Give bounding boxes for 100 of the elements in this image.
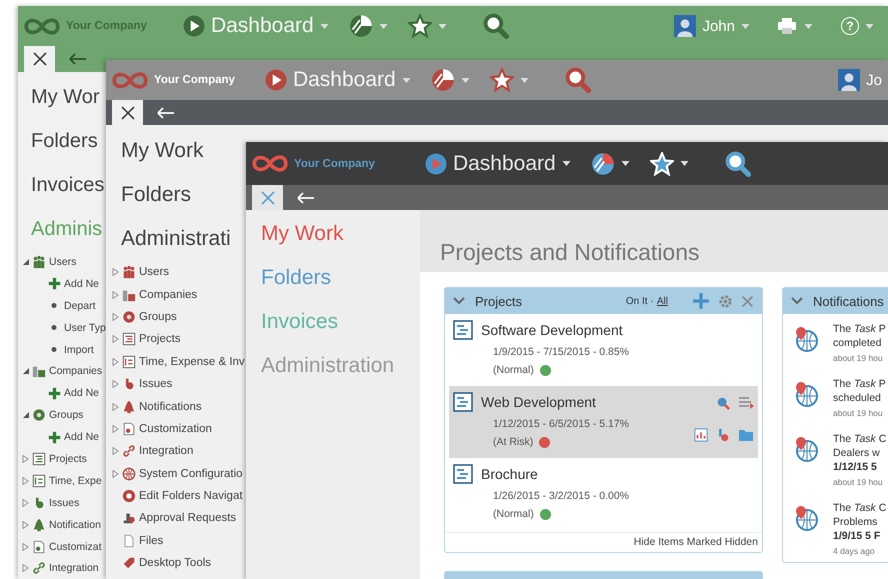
all-link[interactable]: All	[656, 296, 668, 306]
star-icon[interactable]	[490, 68, 514, 92]
printer-icon[interactable]	[776, 16, 798, 36]
tree-item[interactable]: Projects	[139, 333, 181, 346]
collapsed-arrow-icon[interactable]	[112, 312, 119, 321]
tree-item[interactable]: Companies	[139, 288, 198, 301]
pie-chart-icon[interactable]	[430, 68, 455, 92]
tree-item[interactable]: Integration	[139, 445, 194, 458]
avatar-icon[interactable]	[838, 69, 860, 91]
tree-item[interactable]: Companies	[49, 365, 102, 378]
back-arrow-icon[interactable]	[67, 51, 87, 67]
tree-item[interactable]: Groups	[49, 409, 84, 422]
search-icon[interactable]	[724, 150, 751, 176]
list-arrow-icon[interactable]	[738, 396, 754, 410]
close-icon[interactable]	[741, 294, 754, 308]
close-tab[interactable]	[112, 100, 143, 125]
collapsed-arrow-icon[interactable]	[22, 498, 29, 507]
play-icon[interactable]	[424, 152, 447, 174]
tree-item[interactable]: Approval Requests	[139, 512, 236, 524]
logo-icon[interactable]	[112, 70, 148, 90]
expanded-arrow-icon[interactable]	[22, 367, 29, 376]
project-row[interactable]: Web Development 1/12/2015 - 6/5/2015 - 5.17% (At Risk)	[449, 386, 758, 458]
project-name[interactable]: Brochure	[481, 466, 538, 482]
tree-item[interactable]: Depart	[64, 300, 96, 312]
collapsed-arrow-icon[interactable]	[112, 402, 119, 411]
plus-icon[interactable]	[692, 292, 710, 310]
tree-item[interactable]: Notification	[49, 518, 101, 531]
project-row[interactable]: Brochure 1/26/2015 - 3/2/2015 - 0.00% (Normal)	[449, 458, 758, 530]
logo-icon[interactable]	[24, 16, 60, 36]
collapsed-arrow-icon[interactable]	[112, 335, 119, 344]
hide-hidden-link[interactable]: Hide Items Marked Hidden	[445, 532, 762, 552]
project-name[interactable]: Software Development	[481, 322, 623, 338]
chevron-icon[interactable]	[791, 297, 803, 305]
caret-icon[interactable]	[562, 161, 571, 166]
collapsed-arrow-icon[interactable]	[112, 358, 119, 366]
folder-icon[interactable]	[738, 428, 754, 442]
avatar-icon[interactable]	[674, 15, 696, 37]
company-name[interactable]: Your Company	[294, 158, 375, 170]
close-tab[interactable]	[24, 46, 55, 72]
building-icon	[122, 288, 136, 302]
back-arrow-icon[interactable]	[295, 190, 315, 206]
project-row[interactable]: Software Development 1/9/2015 - 7/15/2015 - 0.85% (Normal)	[449, 314, 758, 386]
nav-item[interactable]: Folders	[18, 119, 106, 163]
tree-item[interactable]: Integration	[49, 562, 99, 574]
back-arrow-icon[interactable]	[155, 104, 175, 120]
expanded-arrow-icon[interactable]	[22, 258, 29, 266]
collapsed-arrow-icon[interactable]	[112, 268, 119, 276]
chevron-icon[interactable]	[453, 297, 465, 305]
dashboard-menu[interactable]: Dashboard	[452, 152, 556, 176]
search-icon[interactable]	[482, 13, 509, 39]
tree-item[interactable]: Groups	[139, 310, 177, 323]
tree-item[interactable]: User Typ	[64, 322, 106, 334]
settings-icon[interactable]	[718, 294, 733, 308]
tree-item[interactable]: Issues	[139, 378, 172, 390]
collapsed-arrow-icon[interactable]	[22, 520, 29, 529]
collapsed-arrow-icon[interactable]	[22, 454, 29, 463]
expanded-arrow-icon[interactable]	[22, 411, 29, 420]
tree-item[interactable]: Customizat	[49, 540, 102, 553]
chart-icon[interactable]	[694, 428, 708, 442]
nav-item[interactable]: My Work	[106, 129, 246, 173]
tree-item[interactable]: Add Ne	[64, 431, 100, 444]
play-icon[interactable]	[264, 69, 287, 91]
tree-item[interactable]: Desktop Tools	[139, 557, 212, 570]
nav-item[interactable]: Invoices	[18, 163, 106, 207]
nav-item[interactable]: My Wor	[18, 75, 106, 119]
tree-item[interactable]: Issues	[49, 496, 80, 509]
tree-item[interactable]: Users	[139, 266, 170, 278]
pie-chart-icon[interactable]	[348, 14, 373, 38]
tree-item[interactable]: System Configuratio	[139, 468, 243, 480]
star-icon[interactable]	[408, 14, 432, 38]
tree-item[interactable]: Edit Folders Navigat	[139, 490, 243, 502]
logo-icon[interactable]	[252, 153, 288, 174]
collapsed-arrow-icon[interactable]	[112, 424, 119, 433]
tree-item[interactable]: Time, Expense & Inv	[139, 356, 245, 368]
tree-item[interactable]: Time, Expe	[49, 474, 102, 487]
collapsed-arrow-icon[interactable]	[112, 447, 119, 456]
collapsed-arrow-icon[interactable]	[112, 380, 119, 388]
collapsed-arrow-icon[interactable]	[22, 564, 29, 572]
nav-item[interactable]: Administrati	[106, 217, 246, 261]
nav-item[interactable]: Folders	[106, 173, 246, 217]
tree-item[interactable]: Users	[49, 256, 76, 268]
caret-icon[interactable]	[680, 161, 689, 166]
tree-item[interactable]: Customization	[139, 422, 212, 435]
collapsed-arrow-icon[interactable]	[112, 470, 119, 478]
tree-item[interactable]: Import	[64, 344, 94, 356]
play-icon[interactable]	[182, 15, 205, 37]
collapsed-arrow-icon[interactable]	[22, 542, 29, 551]
pie-chart-icon[interactable]	[590, 152, 615, 176]
tree-item[interactable]: Projects	[49, 452, 87, 465]
search-icon[interactable]	[564, 67, 591, 93]
tree-item[interactable]: Files	[139, 534, 164, 547]
magnifier-icon[interactable]	[716, 396, 730, 410]
tree-item[interactable]: Add Ne	[64, 278, 100, 290]
caret-icon[interactable]	[620, 161, 630, 166]
tree-item[interactable]: Add Ne	[64, 387, 100, 400]
project-name[interactable]: Web Development	[481, 394, 596, 410]
building-icon	[32, 364, 46, 378]
tree-item[interactable]: Notifications	[139, 400, 202, 413]
collapsed-arrow-icon[interactable]	[112, 290, 119, 299]
collapsed-arrow-icon[interactable]	[22, 476, 29, 485]
